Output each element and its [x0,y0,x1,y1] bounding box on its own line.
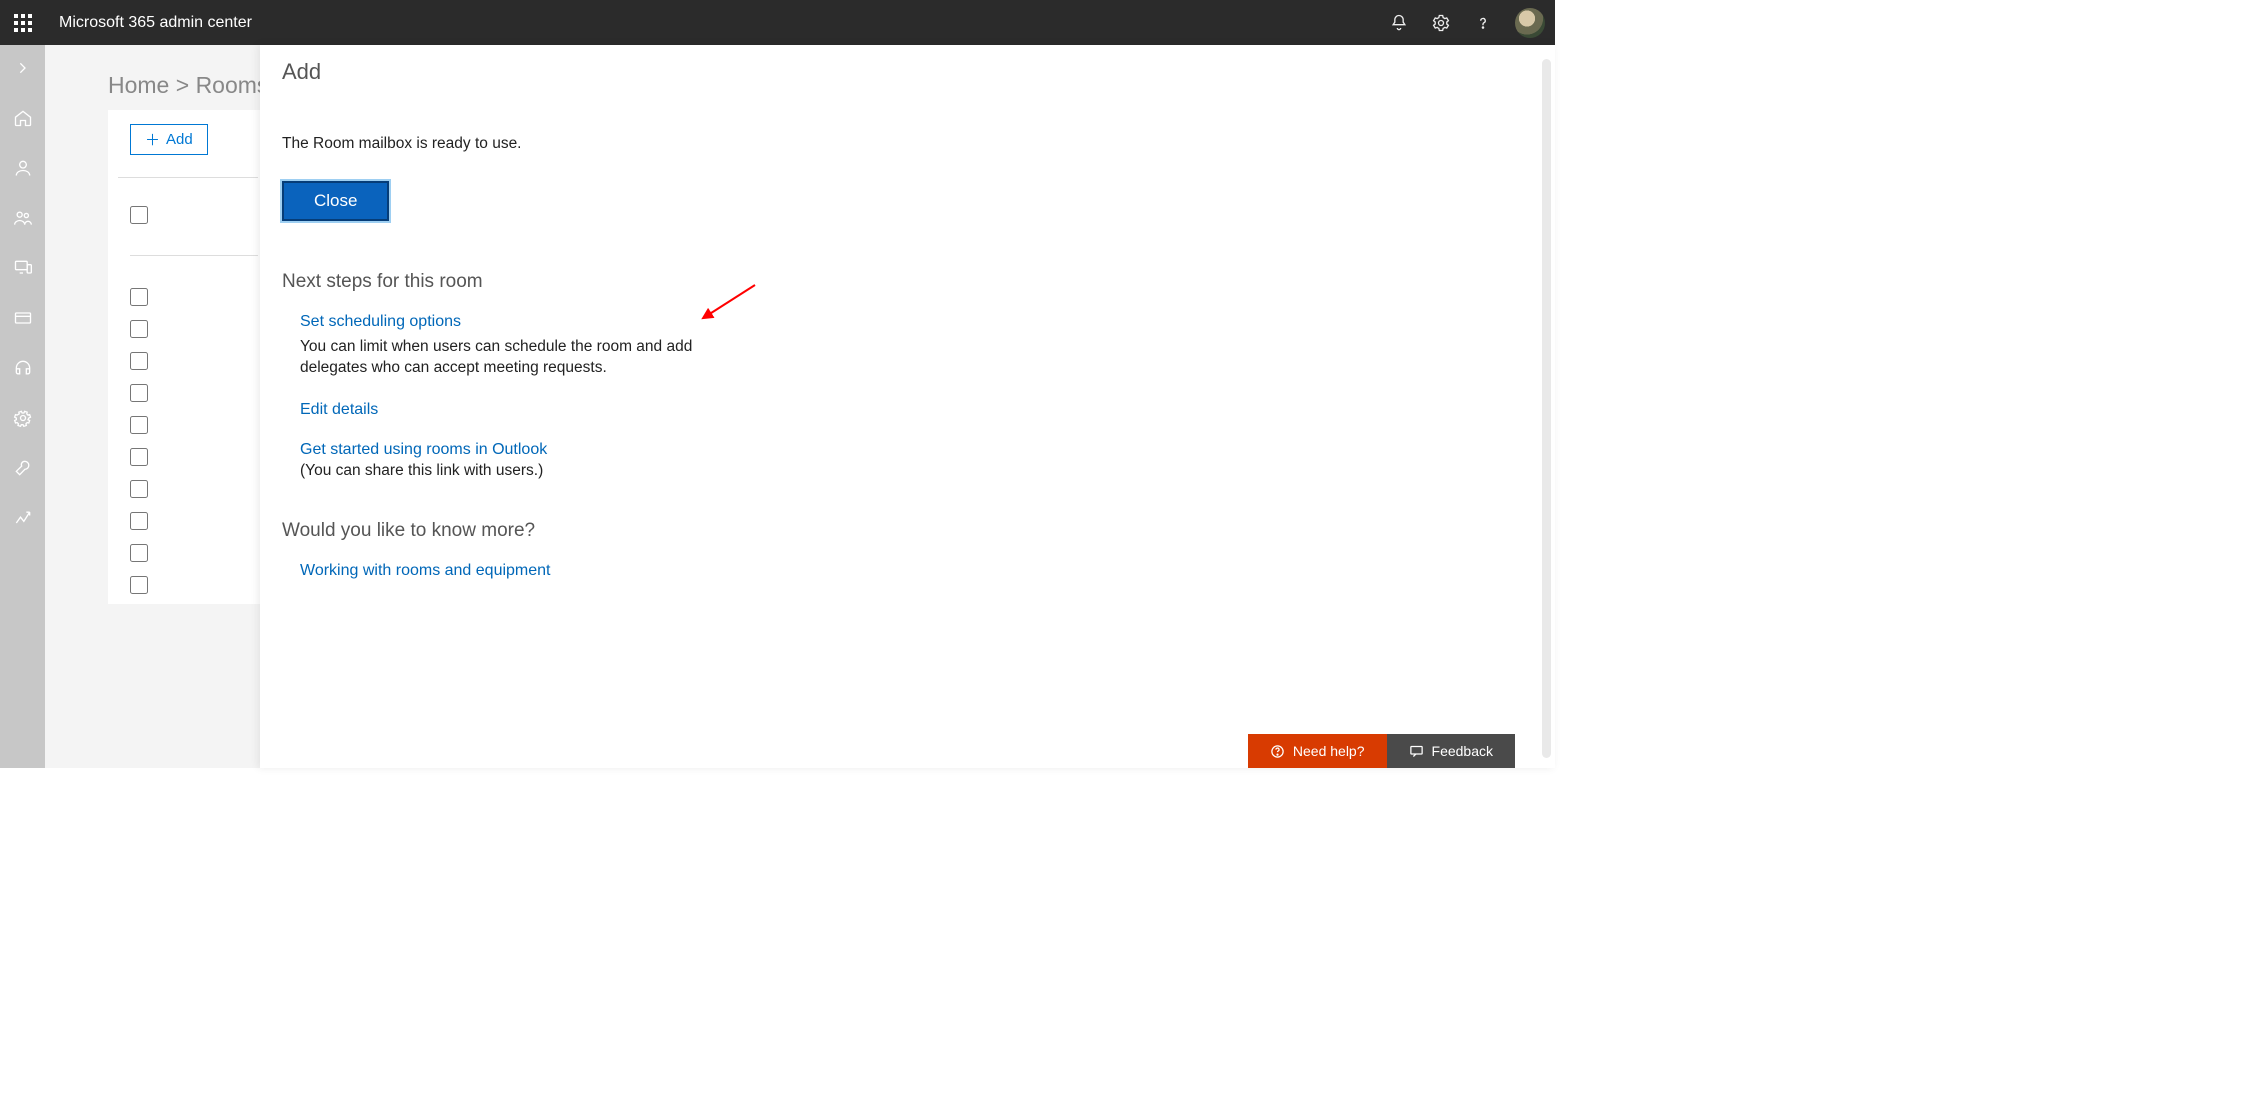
outlook-note: (You can share this link with users.) [300,461,760,482]
feedback-button[interactable]: Feedback [1387,734,1515,768]
row-checkbox[interactable] [130,206,148,224]
add-button[interactable]: ＋ Add [130,124,208,155]
row-checkbox[interactable] [130,384,148,402]
next-steps-heading: Next steps for this room [282,271,1529,293]
app-title: Microsoft 365 admin center [59,14,252,32]
list-row-divider [130,255,258,256]
groups-icon[interactable] [12,207,34,229]
reports-icon[interactable] [12,507,34,529]
avatar[interactable] [1515,8,1545,38]
gear-icon[interactable] [12,407,34,429]
notifications-icon[interactable] [1389,13,1409,33]
row-checkbox[interactable] [130,416,148,434]
edit-details-block: Edit details [300,401,1529,419]
need-help-label: Need help? [1293,743,1365,759]
close-button[interactable]: Close [282,181,389,221]
list-column [118,206,258,594]
top-bar: Microsoft 365 admin center [0,0,1555,45]
help-icon[interactable] [1473,13,1493,33]
working-with-link[interactable]: Working with rooms and equipment [300,562,551,580]
billing-icon[interactable] [12,307,34,329]
need-help-button[interactable]: Need help? [1248,734,1387,768]
row-checkbox[interactable] [130,448,148,466]
expand-nav-icon[interactable] [12,57,34,79]
row-checkbox[interactable] [130,352,148,370]
feedback-icon [1409,744,1424,759]
set-scheduling-link[interactable]: Set scheduling options [300,313,461,331]
row-checkbox[interactable] [130,480,148,498]
bottom-action-bar: Need help? Feedback [1248,734,1515,768]
add-button-label: Add [166,131,193,148]
row-checkbox[interactable] [130,320,148,338]
panel-title: Add [282,59,1529,85]
row-checkbox[interactable] [130,512,148,530]
top-right-controls [1389,0,1545,45]
user-icon[interactable] [12,157,34,179]
outlook-link[interactable]: Get started using rooms in Outlook [300,441,547,459]
list-top-divider [118,177,258,178]
home-icon[interactable] [12,107,34,129]
add-panel: Add The Room mailbox is ready to use. Cl… [260,45,1555,768]
app-launcher-button[interactable] [0,0,45,45]
edit-details-link[interactable]: Edit details [300,401,378,419]
panel-scrollbar[interactable] [1542,59,1551,758]
set-scheduling-block: Set scheduling options You can limit whe… [300,313,1529,379]
row-checkbox[interactable] [130,576,148,594]
ready-message: The Room mailbox is ready to use. [282,135,1529,153]
devices-icon[interactable] [12,257,34,279]
left-nav-rail [0,45,45,768]
working-with-block: Working with rooms and equipment [300,562,1529,580]
plus-icon: ＋ [145,129,160,150]
set-scheduling-desc: You can limit when users can schedule th… [300,337,760,379]
row-checkbox[interactable] [130,288,148,306]
feedback-label: Feedback [1432,743,1493,759]
settings-icon[interactable] [1431,13,1451,33]
support-icon[interactable] [12,357,34,379]
waffle-icon [14,14,32,32]
background-list-panel: ＋ Add [108,110,268,604]
know-more-heading: Would you like to know more? [282,520,1529,542]
outlook-block: Get started using rooms in Outlook (You … [300,441,1529,482]
row-checkbox[interactable] [130,544,148,562]
setup-icon[interactable] [12,457,34,479]
help-circle-icon [1270,744,1285,759]
